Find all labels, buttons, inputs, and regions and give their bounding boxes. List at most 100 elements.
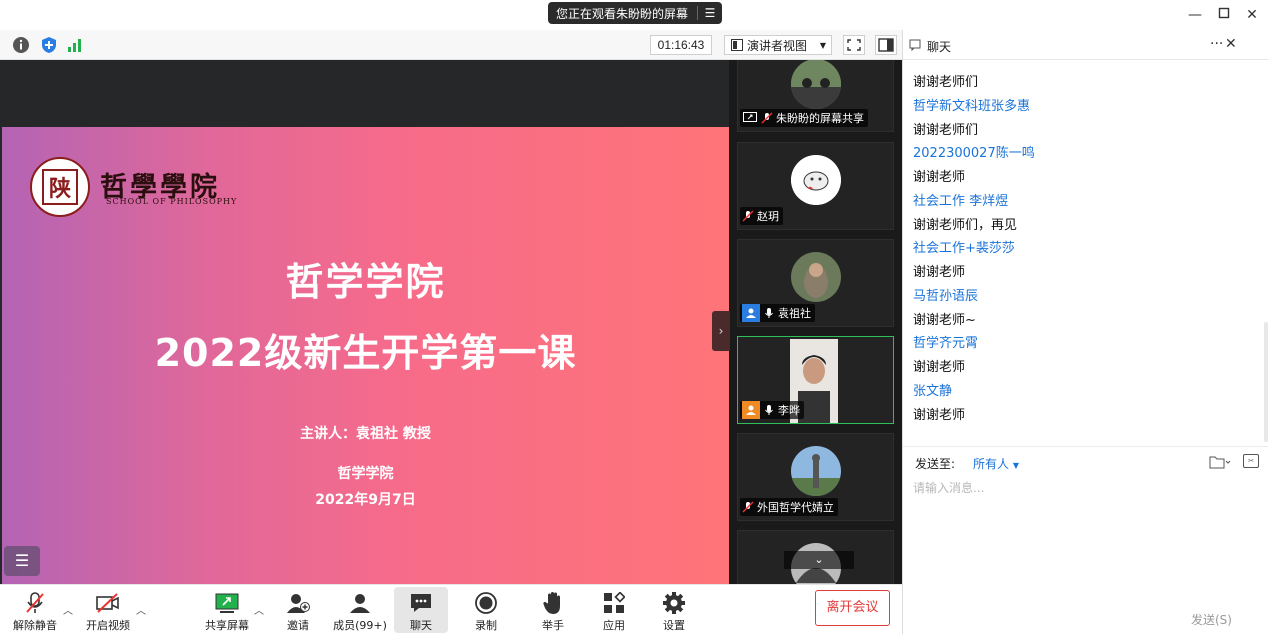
user-icon: [742, 401, 760, 419]
send-to-value: 所有人: [973, 457, 1010, 471]
minimize-icon[interactable]: —: [1186, 6, 1204, 24]
apps-button[interactable]: 应用: [594, 587, 634, 633]
scroll-down-icon[interactable]: ⌄: [784, 551, 854, 569]
view-mode-label: 演讲者视图: [747, 38, 808, 53]
participant-tile[interactable]: ⌄: [737, 530, 894, 584]
send-button[interactable]: 发送(S): [1191, 611, 1232, 628]
share-banner-text: 您正在观看朱盼盼的屏幕: [556, 6, 689, 21]
avatar: [791, 60, 841, 109]
chat-icon: [408, 590, 434, 615]
start-video-button[interactable]: 开启视频: [82, 587, 134, 633]
chevron-up-icon[interactable]: ︿: [136, 602, 146, 617]
chat-sender[interactable]: 张文静: [913, 380, 952, 399]
start-video-label: 开启视频: [86, 619, 130, 632]
raise-hand-label: 举手: [542, 619, 564, 632]
sidebar-toggle-icon[interactable]: [875, 35, 897, 55]
mic-icon: [763, 307, 775, 319]
slide-date: 2022年9月7日: [315, 492, 416, 508]
settings-icon: [661, 590, 687, 615]
signal-bars-icon[interactable]: [66, 36, 84, 54]
send-to-dropdown[interactable]: 所有人 ▼: [973, 455, 1019, 472]
record-button[interactable]: 录制: [466, 587, 506, 633]
leave-meeting-button[interactable]: 离开会议: [815, 590, 890, 626]
chat-sender[interactable]: 哲学新文科班张多惠: [913, 95, 1030, 114]
participants-button[interactable]: 成员(99+): [330, 587, 390, 633]
mic-muted-icon: [761, 112, 773, 124]
shared-screen-area[interactable]: 陕 哲學學院 SCHOOL OF PHILOSOPHY 哲学学院 2022级新生…: [0, 60, 729, 595]
chat-input[interactable]: 请输入消息...: [913, 479, 984, 496]
screen-share-icon: [742, 109, 758, 127]
chat-message: 谢谢老师: [913, 408, 966, 423]
slide-subtitle: 2022级新生开学第一课: [154, 331, 577, 375]
chevron-up-icon[interactable]: ︿: [254, 602, 264, 617]
fullscreen-icon[interactable]: [843, 35, 865, 55]
view-mode-dropdown[interactable]: 演讲者视图 ▼: [724, 35, 832, 55]
apps-label: 应用: [603, 619, 625, 632]
participant-name-tag: 李晔: [740, 401, 804, 419]
participant-gallery: 朱盼盼的屏幕共享 赵玥 袁祖社 李晔 外国哲学代婧立 ⌄: [737, 60, 902, 584]
avatar: [791, 155, 841, 205]
participant-tile-active[interactable]: 李晔: [737, 336, 894, 424]
chat-message: 谢谢老师们: [913, 75, 979, 90]
record-label: 录制: [475, 619, 497, 632]
participant-name: 朱盼盼的屏幕共享: [776, 112, 864, 125]
slide-speaker: 主讲人：袁祖社 教授: [300, 426, 431, 442]
more-dots-icon[interactable]: ···: [1210, 36, 1223, 52]
chat-bubble-icon: [909, 39, 921, 51]
participant-tile[interactable]: 袁祖社: [737, 239, 894, 327]
participant-name: 赵玥: [757, 210, 779, 223]
participant-name: 李晔: [778, 404, 800, 417]
unmute-label: 解除静音: [13, 619, 57, 632]
presentation-slide: 陕 哲學學院 SCHOOL OF PHILOSOPHY 哲学学院 2022级新生…: [2, 127, 729, 595]
screenshot-icon[interactable]: ✂: [1243, 454, 1259, 468]
panel-splitter[interactable]: [729, 60, 737, 584]
participant-tile[interactable]: 外国哲学代婧立: [737, 433, 894, 521]
chat-message: 谢谢老师~: [913, 313, 976, 328]
school-logo-char: 陕: [42, 169, 78, 205]
list-menu-icon[interactable]: ☰: [698, 6, 722, 20]
chat-scrollbar[interactable]: [1264, 322, 1268, 442]
chat-sender[interactable]: 社会工作+裴莎莎: [913, 237, 1015, 256]
participant-name: 外国哲学代婧立: [757, 501, 834, 514]
chat-message: 谢谢老师: [913, 170, 966, 185]
slide-organization: 哲学学院: [337, 466, 394, 482]
slide-menu-icon[interactable]: ☰: [4, 546, 40, 576]
folder-icon[interactable]: [1209, 455, 1231, 473]
share-screen-button[interactable]: 共享屏幕: [202, 587, 252, 633]
settings-label: 设置: [663, 619, 685, 632]
chat-close-icon[interactable]: ✕: [1225, 36, 1237, 52]
chat-sender[interactable]: 2022300027陈一鸣: [913, 142, 1035, 161]
invite-button[interactable]: 邀请: [278, 587, 318, 633]
avatar: [791, 252, 841, 302]
unmute-button[interactable]: 解除静音: [10, 587, 60, 633]
mic-muted-icon: [742, 501, 754, 513]
chat-sender[interactable]: 社会工作 李烊煜: [913, 190, 1008, 209]
chat-sender[interactable]: 马哲孙语辰: [913, 285, 978, 304]
participant-name: 袁祖社: [778, 307, 811, 320]
raise-hand-button[interactable]: 举手: [533, 587, 573, 633]
share-screen-icon: [214, 590, 240, 615]
chevron-right-icon[interactable]: ›: [712, 311, 730, 351]
chat-message: 谢谢老师们: [913, 123, 979, 138]
shield-icon[interactable]: [40, 36, 58, 54]
chat-sender[interactable]: 哲学齐元霄: [913, 332, 978, 351]
chevron-down-icon: ▼: [1012, 461, 1019, 470]
chat-header: 聊天 ··· ✕: [903, 30, 1268, 60]
info-icon[interactable]: [12, 36, 30, 54]
participant-tile[interactable]: 赵玥: [737, 142, 894, 230]
chevron-up-icon[interactable]: ︿: [63, 602, 73, 617]
chat-button[interactable]: 聊天: [394, 587, 448, 633]
raise-hand-icon: [540, 590, 566, 615]
settings-button[interactable]: 设置: [654, 587, 694, 633]
speaker-view-icon: [731, 39, 743, 51]
participant-name-tag: 朱盼盼的屏幕共享: [740, 109, 868, 127]
share-banner[interactable]: 您正在观看朱盼盼的屏幕 ☰: [548, 2, 722, 24]
participant-tile[interactable]: 朱盼盼的屏幕共享: [737, 60, 894, 132]
chat-title: 聊天: [927, 40, 952, 54]
chat-message: 谢谢老师们，再见: [913, 218, 1018, 233]
maximize-icon[interactable]: [1215, 6, 1233, 24]
chat-message: 谢谢老师: [913, 360, 966, 375]
close-icon[interactable]: ✕: [1243, 6, 1261, 24]
meeting-toolbar: 01:16:43 演讲者视图 ▼: [0, 30, 902, 60]
meeting-timer: 01:16:43: [650, 35, 712, 55]
